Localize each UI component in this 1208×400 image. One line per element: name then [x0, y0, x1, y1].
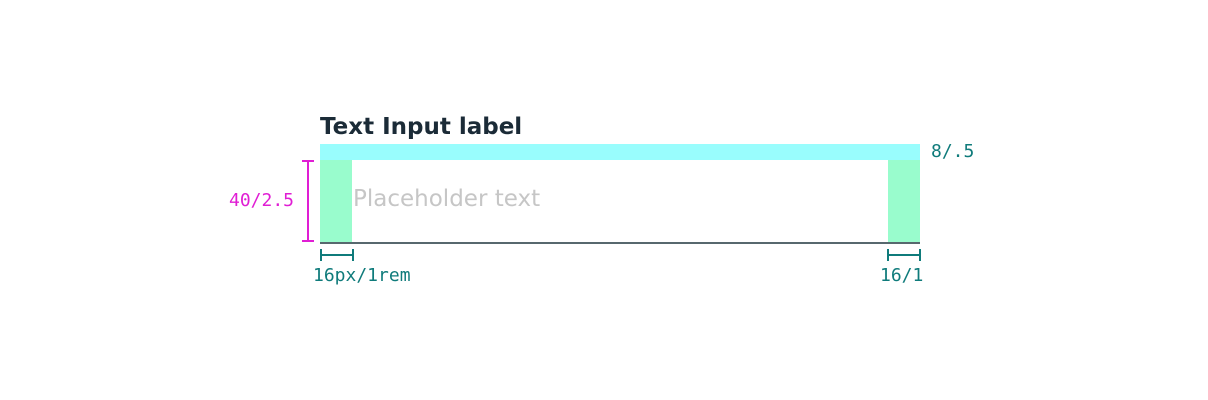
height-marker [302, 160, 314, 242]
measurement-markers [302, 160, 921, 261]
padding-right-marker [887, 249, 921, 261]
padding-left-marker [320, 249, 354, 261]
